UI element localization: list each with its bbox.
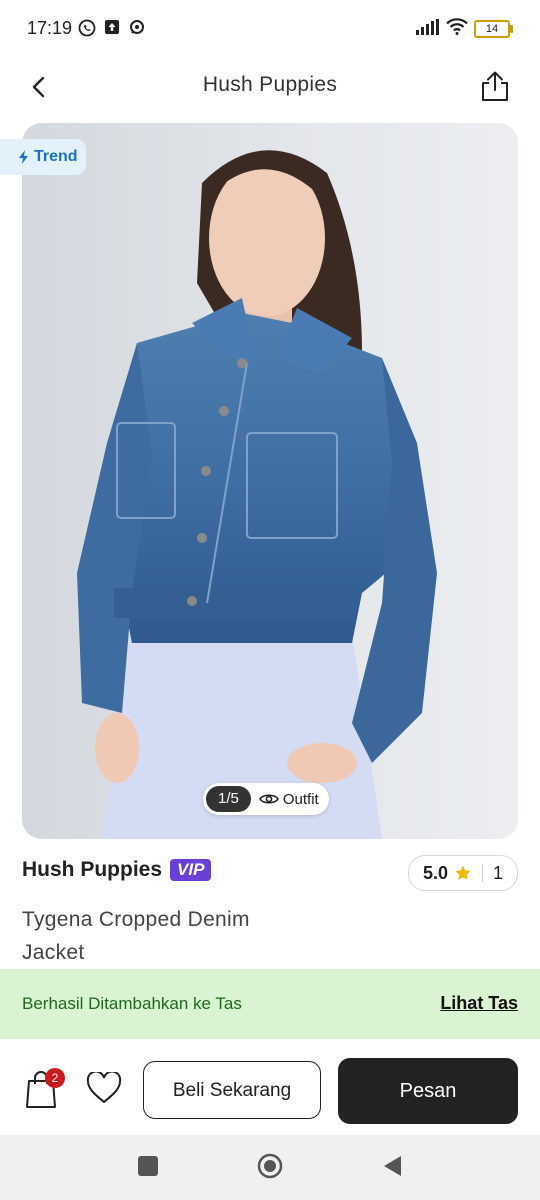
share-icon bbox=[482, 71, 508, 101]
wifi-icon bbox=[446, 18, 468, 40]
wishlist-button[interactable] bbox=[86, 1070, 124, 1108]
bottom-action-bar: 2 Beli Sekarang Pesan bbox=[0, 1039, 540, 1135]
status-time: 17:19 bbox=[27, 18, 73, 38]
brand-name[interactable]: Hush Puppies bbox=[22, 858, 162, 882]
order-button[interactable]: Pesan bbox=[338, 1058, 518, 1124]
back-triangle-icon[interactable] bbox=[381, 1154, 403, 1178]
trend-badge-label: Trend bbox=[34, 148, 78, 165]
system-nav-bar bbox=[0, 1135, 540, 1200]
page-title: Hush Puppies bbox=[202, 73, 338, 96]
star-icon bbox=[455, 865, 471, 880]
buy-now-button[interactable]: Beli Sekarang bbox=[143, 1061, 321, 1119]
home-icon[interactable] bbox=[257, 1153, 283, 1179]
image-counter: 1/5 bbox=[206, 786, 251, 812]
image-counter-outfit[interactable]: 1/5 Outfit bbox=[203, 783, 329, 815]
brand-row[interactable]: Hush Puppies VIP bbox=[22, 858, 212, 882]
rating-divider bbox=[481, 864, 483, 882]
status-right-group: 14 bbox=[416, 18, 513, 40]
heart-icon bbox=[86, 1070, 122, 1104]
vip-badge: VIP bbox=[170, 859, 212, 881]
eye-icon bbox=[258, 794, 279, 804]
product-image[interactable] bbox=[22, 123, 518, 839]
upload-notification-icon bbox=[104, 19, 120, 40]
added-to-bag-toast: Berhasil Ditambahkan ke Tas Lihat Tas bbox=[0, 969, 540, 1039]
signal-icon bbox=[416, 18, 440, 40]
rating-value: 5.0 bbox=[422, 862, 448, 883]
outfit-label: Outfit bbox=[282, 790, 319, 808]
status-bar: 17:19 14 bbox=[0, 0, 540, 58]
rating-box[interactable]: 5.0 1 bbox=[407, 855, 518, 891]
toast-message: Berhasil Ditambahkan ke Tas bbox=[22, 994, 242, 1013]
chat-notification-icon bbox=[128, 19, 146, 42]
bag-count-badge: 2 bbox=[45, 1068, 65, 1088]
product-name: Tygena Cropped Denim Jacket bbox=[22, 908, 250, 964]
share-button[interactable] bbox=[476, 66, 514, 106]
review-count: 1 bbox=[492, 862, 503, 883]
product-photo bbox=[22, 123, 518, 839]
trend-badge: Trend bbox=[0, 139, 86, 175]
lightning-icon bbox=[19, 150, 28, 164]
whatsapp-icon bbox=[78, 19, 96, 42]
recent-apps-icon[interactable] bbox=[138, 1156, 158, 1176]
battery-indicator: 14 bbox=[474, 20, 513, 38]
view-bag-link[interactable]: Lihat Tas bbox=[440, 993, 518, 1014]
header: Hush Puppies bbox=[0, 58, 540, 116]
